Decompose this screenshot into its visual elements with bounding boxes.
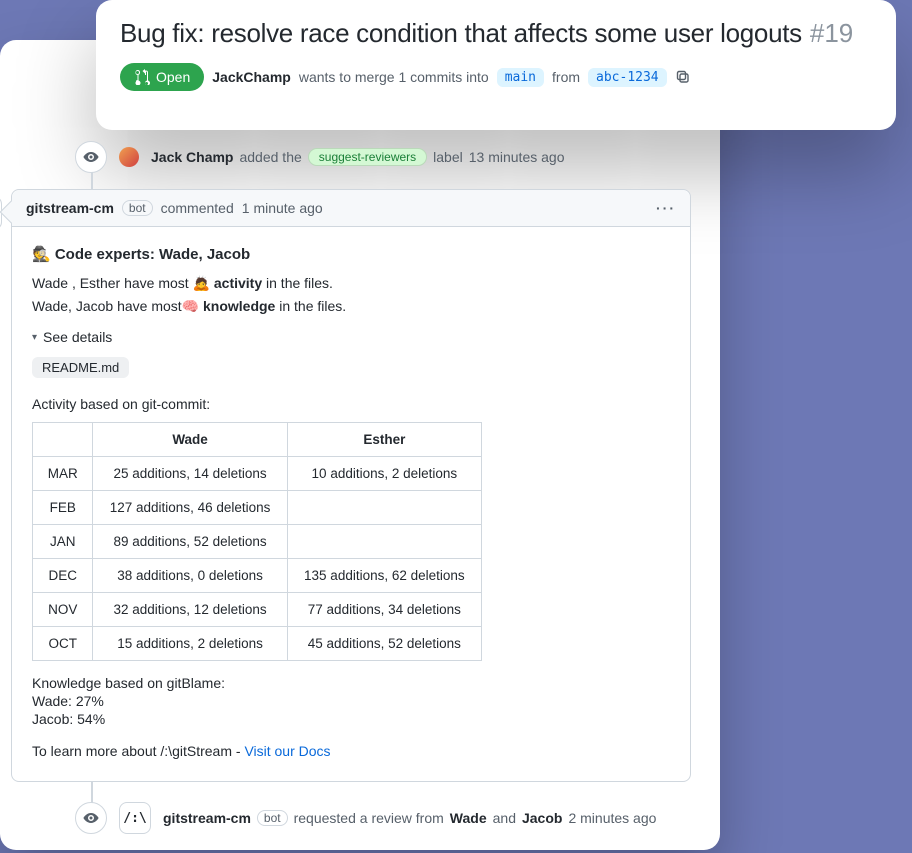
eye-icon <box>83 810 99 826</box>
month-cell: OCT <box>33 627 93 661</box>
col1-cell: 25 additions, 14 deletions <box>93 457 287 491</box>
learn-more-line: To learn more about /:\gitStream - Visit… <box>32 743 670 759</box>
comment-body: 🕵️ Code experts: Wade, Jacob Wade , Esth… <box>12 227 690 781</box>
knowledge-line: Wade, Jacob have most🧠 knowledge in the … <box>32 296 670 317</box>
details-toggle[interactable]: ▾ See details <box>32 329 670 345</box>
month-cell: FEB <box>33 491 93 525</box>
col2-cell: 10 additions, 2 deletions <box>287 457 481 491</box>
eye-badge <box>75 802 107 834</box>
event-suffix: label <box>433 149 463 165</box>
status-badge: Open <box>120 63 204 91</box>
comment-actor[interactable]: gitstream-cm <box>26 200 114 216</box>
month-cell: DEC <box>33 559 93 593</box>
col1-cell: 89 additions, 52 deletions <box>93 525 287 559</box>
bot-badge: bot <box>257 810 288 826</box>
review-actor[interactable]: gitstream-cm <box>163 810 251 826</box>
review-action: requested a review from <box>294 810 444 826</box>
col2-cell <box>287 491 481 525</box>
pr-title-row: Bug fix: resolve race condition that aff… <box>120 18 872 49</box>
pr-title[interactable]: Bug fix: resolve race condition that aff… <box>120 18 802 49</box>
pr-meta-row: Open JackChamp wants to merge 1 commits … <box>120 63 872 91</box>
eye-icon <box>83 149 99 165</box>
activity-line: Wade , Esther have most 🙇 activity in th… <box>32 273 670 294</box>
activity-heading: Activity based on git-commit: <box>32 396 670 412</box>
timeline-event-review: /:\ gitstream-cm bot requested a review … <box>75 796 685 840</box>
comment-action: commented <box>161 200 234 216</box>
table-row: DEC38 additions, 0 deletions135 addition… <box>33 559 482 593</box>
code-experts-heading: 🕵️ Code experts: Wade, Jacob <box>32 245 670 263</box>
event-time: 13 minutes ago <box>469 149 565 165</box>
col2-cell: 45 additions, 52 deletions <box>287 627 481 661</box>
comment-box: /:\ gitstream-cm bot commented 1 minute … <box>11 189 691 782</box>
docs-link[interactable]: Visit our Docs <box>244 743 330 759</box>
merge-text-1: wants to merge 1 commits into <box>299 69 489 85</box>
col2-cell: 135 additions, 62 deletions <box>287 559 481 593</box>
comment-time: 1 minute ago <box>242 200 323 216</box>
col1-cell: 127 additions, 46 deletions <box>93 491 287 525</box>
caret-down-icon: ▾ <box>32 332 37 343</box>
copy-icon[interactable] <box>675 69 691 85</box>
file-pill[interactable]: README.md <box>32 357 129 378</box>
and-text: and <box>493 810 516 826</box>
activity-table: Wade Esther MAR25 additions, 14 deletion… <box>32 422 482 661</box>
table-row: FEB127 additions, 46 deletions <box>33 491 482 525</box>
table-row: JAN89 additions, 52 deletions <box>33 525 482 559</box>
knowledge-row-2: Jacob: 54% <box>32 711 670 727</box>
details-label: See details <box>43 329 112 345</box>
pr-header-card: Bug fix: resolve race condition that aff… <box>96 0 896 130</box>
gitstream-logo[interactable]: /:\ <box>119 802 151 834</box>
git-pull-request-icon <box>134 69 150 85</box>
knowledge-row-1: Wade: 27% <box>32 693 670 709</box>
base-branch-pill[interactable]: main <box>497 68 544 87</box>
col2-cell: 77 additions, 34 deletions <box>287 593 481 627</box>
event-action: added the <box>239 149 301 165</box>
col1-cell: 32 additions, 12 deletions <box>93 593 287 627</box>
head-branch-pill[interactable]: abc-1234 <box>588 68 667 87</box>
month-cell: JAN <box>33 525 93 559</box>
comment-header: gitstream-cm bot commented 1 minute ago … <box>12 190 690 227</box>
timeline-event-label: Jack Champ added the suggest-reviewers l… <box>75 135 685 179</box>
table-header-col1: Wade <box>93 423 287 457</box>
bot-badge: bot <box>122 200 153 216</box>
reviewer-2[interactable]: Jacob <box>522 810 562 826</box>
eye-badge <box>75 141 107 173</box>
reviewer-1[interactable]: Wade <box>450 810 487 826</box>
review-time: 2 minutes ago <box>568 810 656 826</box>
month-cell: MAR <box>33 457 93 491</box>
col1-cell: 38 additions, 0 deletions <box>93 559 287 593</box>
label-pill[interactable]: suggest-reviewers <box>308 148 427 166</box>
table-header-col2: Esther <box>287 423 481 457</box>
col2-cell <box>287 525 481 559</box>
merge-text-2: from <box>552 69 580 85</box>
knowledge-heading: Knowledge based on gitBlame: <box>32 675 670 691</box>
avatar[interactable] <box>119 147 139 167</box>
timeline: Jack Champ added the suggest-reviewers l… <box>75 135 685 840</box>
comment-menu-icon[interactable]: ··· <box>656 200 676 216</box>
table-row: OCT15 additions, 2 deletions45 additions… <box>33 627 482 661</box>
table-row: NOV32 additions, 12 deletions77 addition… <box>33 593 482 627</box>
event-actor[interactable]: Jack Champ <box>151 149 233 165</box>
table-header-empty <box>33 423 93 457</box>
col1-cell: 15 additions, 2 deletions <box>93 627 287 661</box>
table-row: MAR25 additions, 14 deletions10 addition… <box>33 457 482 491</box>
pr-author[interactable]: JackChamp <box>212 69 291 85</box>
status-text: Open <box>156 69 190 85</box>
month-cell: NOV <box>33 593 93 627</box>
pr-number: #19 <box>810 18 853 49</box>
